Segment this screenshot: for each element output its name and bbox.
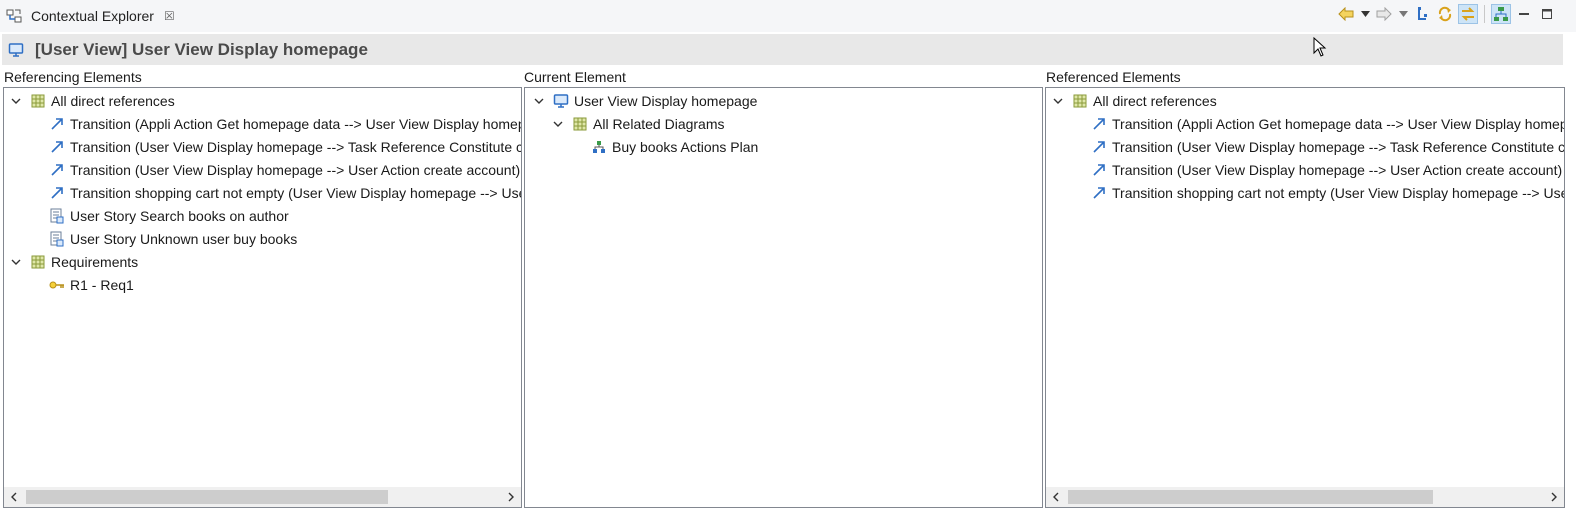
link-icon[interactable] bbox=[1413, 5, 1431, 23]
sync-icon[interactable] bbox=[1436, 5, 1454, 23]
maximize-icon[interactable] bbox=[1538, 5, 1556, 23]
tree-item-label: Buy books Actions Plan bbox=[612, 138, 759, 155]
contextual-explorer-icon bbox=[6, 8, 22, 24]
tree-item-label: Transition (User View Display homepage -… bbox=[70, 161, 521, 178]
current-element-pane: User View Display homepage All Related D… bbox=[524, 87, 1043, 508]
transition-arrow-icon bbox=[49, 162, 65, 178]
minimize-icon[interactable] bbox=[1515, 5, 1533, 23]
tree-item-label: Transition shopping cart not empty (User… bbox=[1112, 184, 1564, 201]
transition-arrow-icon bbox=[1091, 116, 1107, 132]
tree-item-requirement[interactable]: R1 - Req1 bbox=[49, 273, 134, 296]
scrollbar-thumb[interactable] bbox=[26, 490, 388, 504]
view-toolbar bbox=[1337, 4, 1556, 24]
tree-item-label: Transition (User View Display homepage -… bbox=[70, 138, 521, 155]
tree-item-label: Transition (Appli Action Get homepage da… bbox=[1112, 115, 1564, 132]
tree-item-transition[interactable]: Transition shopping cart not empty (User… bbox=[1091, 181, 1564, 204]
scroll-right-icon[interactable] bbox=[501, 487, 521, 507]
referencing-tree[interactable]: All direct references Transition (Appli … bbox=[4, 88, 521, 487]
key-icon bbox=[49, 277, 65, 293]
tree-item-label: Transition (User View Display homepage -… bbox=[1112, 161, 1563, 178]
referenced-tree[interactable]: All direct references Transition (Appli … bbox=[1046, 88, 1564, 487]
tree-item-transition[interactable]: Transition (Appli Action Get homepage da… bbox=[1091, 112, 1564, 135]
chevron-down-icon[interactable] bbox=[552, 118, 564, 130]
tree-node-all-direct-references[interactable]: All direct references bbox=[1052, 89, 1217, 112]
tree-item-transition[interactable]: Transition (User View Display homepage -… bbox=[49, 135, 521, 158]
page-title: [User View] User View Display homepage bbox=[35, 39, 368, 59]
user-story-icon bbox=[49, 231, 65, 247]
referencing-elements-label: Referencing Elements bbox=[4, 69, 142, 85]
current-element-label: Current Element bbox=[524, 69, 626, 85]
tree-item-label: Transition shopping cart not empty (User… bbox=[70, 184, 521, 201]
horizontal-scrollbar[interactable] bbox=[4, 487, 521, 507]
package-icon bbox=[1072, 93, 1088, 109]
scroll-right-icon[interactable] bbox=[1544, 487, 1564, 507]
chevron-down-icon[interactable] bbox=[1052, 95, 1064, 107]
tree-node-all-related-diagrams[interactable]: All Related Diagrams bbox=[552, 112, 725, 135]
user-story-icon bbox=[49, 208, 65, 224]
tree-item-diagram[interactable]: Buy books Actions Plan bbox=[591, 135, 758, 158]
tree-item-transition[interactable]: Transition (User View Display homepage -… bbox=[1091, 135, 1564, 158]
tree-node-current-element[interactable]: User View Display homepage bbox=[533, 89, 757, 112]
package-icon bbox=[30, 254, 46, 270]
tree-item-transition[interactable]: Transition (User View Display homepage -… bbox=[49, 158, 520, 181]
display-icon bbox=[553, 93, 569, 109]
chevron-down-icon[interactable] bbox=[533, 95, 545, 107]
package-icon bbox=[572, 116, 588, 132]
referencing-elements-pane: All direct references Transition (Appli … bbox=[3, 87, 522, 508]
transition-arrow-icon bbox=[49, 185, 65, 201]
scroll-left-icon[interactable] bbox=[4, 487, 24, 507]
referenced-elements-label: Referenced Elements bbox=[1046, 69, 1181, 85]
tree-node-all-direct-references[interactable]: All direct references bbox=[10, 89, 175, 112]
tree-item-label: User Story Search books on author bbox=[70, 207, 289, 224]
package-icon bbox=[30, 93, 46, 109]
transition-arrow-icon bbox=[1091, 139, 1107, 155]
horizontal-scrollbar[interactable] bbox=[1046, 487, 1564, 507]
tree-item-transition[interactable]: Transition (Appli Action Get homepage da… bbox=[49, 112, 521, 135]
back-dropdown-icon[interactable] bbox=[1360, 5, 1370, 23]
transition-arrow-icon bbox=[1091, 162, 1107, 178]
tree-item-user-story[interactable]: User Story Unknown user buy books bbox=[49, 227, 297, 250]
scroll-left-icon[interactable] bbox=[1046, 487, 1066, 507]
tree-item-label: Transition (User View Display homepage -… bbox=[1112, 138, 1564, 155]
transition-arrow-icon bbox=[1091, 185, 1107, 201]
back-arrow-icon[interactable] bbox=[1337, 5, 1355, 23]
mouse-cursor-icon bbox=[1313, 37, 1327, 57]
contextual-explorer-tab[interactable]: Contextual Explorer ☒ bbox=[2, 3, 181, 29]
transition-arrow-icon bbox=[49, 116, 65, 132]
diagram-icon bbox=[591, 139, 607, 155]
tree-item-transition[interactable]: Transition shopping cart not empty (User… bbox=[49, 181, 521, 204]
tab-close-icon[interactable]: ☒ bbox=[164, 9, 175, 23]
tree-node-label: All direct references bbox=[1093, 92, 1217, 109]
display-icon bbox=[8, 42, 24, 58]
tree-item-transition[interactable]: Transition (User View Display homepage -… bbox=[1091, 158, 1562, 181]
tree-node-requirements[interactable]: Requirements bbox=[10, 250, 138, 273]
tree-node-label: All Related Diagrams bbox=[593, 115, 725, 132]
chevron-down-icon[interactable] bbox=[10, 95, 22, 107]
current-element-header: [User View] User View Display homepage bbox=[2, 34, 1563, 65]
view-tab-bar: Contextual Explorer ☒ bbox=[0, 0, 1576, 32]
tab-title: Contextual Explorer bbox=[31, 8, 154, 24]
link-with-editor-icon[interactable] bbox=[1458, 4, 1478, 24]
forward-dropdown-icon[interactable] bbox=[1398, 5, 1408, 23]
tree-node-label: Requirements bbox=[51, 253, 139, 270]
transition-arrow-icon bbox=[49, 139, 65, 155]
referenced-elements-pane: All direct references Transition (Appli … bbox=[1045, 87, 1565, 508]
tree-item-label: R1 - Req1 bbox=[70, 276, 134, 293]
tree-item-user-story[interactable]: User Story Search books on author bbox=[49, 204, 289, 227]
tree-item-label: Transition (Appli Action Get homepage da… bbox=[70, 115, 521, 132]
forward-arrow-icon[interactable] bbox=[1375, 5, 1393, 23]
tree-node-label: All direct references bbox=[51, 92, 175, 109]
tree-node-label: User View Display homepage bbox=[574, 92, 758, 109]
tree-item-label: User Story Unknown user buy books bbox=[70, 230, 298, 247]
scrollbar-thumb[interactable] bbox=[1068, 490, 1433, 504]
hierarchy-icon[interactable] bbox=[1491, 4, 1511, 24]
toolbar-separator bbox=[1484, 5, 1485, 23]
current-element-tree[interactable]: User View Display homepage All Related D… bbox=[525, 88, 1042, 507]
chevron-down-icon[interactable] bbox=[10, 256, 22, 268]
